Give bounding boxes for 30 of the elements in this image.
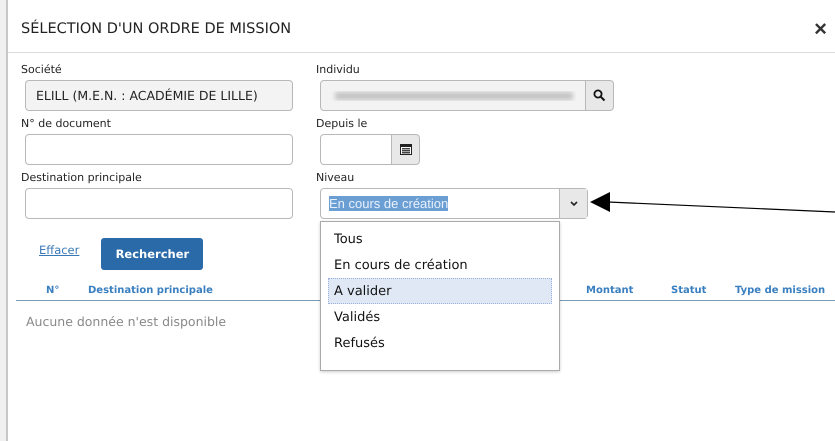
field-label: Destination principale: [21, 171, 143, 184]
search-button[interactable]: [586, 80, 614, 111]
person-field[interactable]: [320, 80, 586, 111]
close-button[interactable]: ×: [810, 16, 831, 42]
company-field[interactable]: ELILL (M.E.N. : ACADÉMIE DE LILLE): [25, 80, 293, 111]
dropdown-option[interactable]: Tous: [328, 226, 552, 252]
empty-message: Aucune donnée n'est disponible: [26, 314, 226, 329]
dialog-title: SÉLECTION D'UN ORDRE DE MISSION: [21, 20, 292, 36]
field-label: Depuis le: [316, 117, 368, 130]
calendar-icon: [400, 144, 412, 155]
field-label: Individu: [316, 63, 361, 76]
field-label: Société: [21, 63, 63, 76]
column-header[interactable]: N°: [16, 285, 88, 296]
destination-field[interactable]: [25, 188, 293, 219]
column-header[interactable]: Statut: [671, 285, 735, 296]
search-button[interactable]: Rechercher: [101, 238, 204, 270]
document-number-field[interactable]: [25, 134, 293, 165]
clear-link[interactable]: Effacer: [39, 243, 80, 257]
search-icon: [593, 89, 606, 102]
dropdown-option[interactable]: Validés: [328, 304, 552, 330]
dropdown-option[interactable]: En cours de création: [328, 252, 552, 278]
column-header[interactable]: Type de mission: [735, 285, 835, 296]
calendar-button[interactable]: [392, 134, 420, 165]
date-field[interactable]: [320, 134, 392, 165]
field-label: N° de document: [21, 117, 112, 130]
column-header[interactable]: Montant: [586, 285, 671, 296]
field-label: Niveau: [316, 171, 356, 184]
dropdown-option[interactable]: A valider: [328, 278, 552, 304]
caret-icon: [570, 201, 578, 206]
dropdown-option[interactable]: Refusés: [328, 330, 552, 356]
